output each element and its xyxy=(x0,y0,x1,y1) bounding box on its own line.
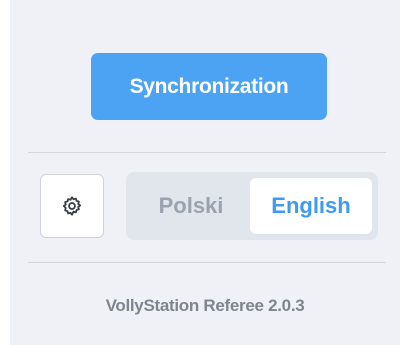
divider-bottom xyxy=(28,262,386,263)
language-switch: Polski English xyxy=(126,172,378,240)
synchronization-button[interactable]: Synchronization xyxy=(91,53,327,120)
language-option-label: Polski xyxy=(158,193,224,218)
language-option-english[interactable]: English xyxy=(250,178,372,234)
gear-icon xyxy=(61,195,83,217)
side-panel: Synchronization Polski English VollyStat… xyxy=(10,0,400,345)
settings-button[interactable] xyxy=(40,174,104,238)
synchronization-button-label: Synchronization xyxy=(129,74,289,98)
language-option-label: English xyxy=(271,193,351,218)
language-option-polski[interactable]: Polski xyxy=(132,178,250,234)
divider-top xyxy=(28,152,386,153)
version-label: VollyStation Referee 2.0.3 xyxy=(105,296,305,315)
